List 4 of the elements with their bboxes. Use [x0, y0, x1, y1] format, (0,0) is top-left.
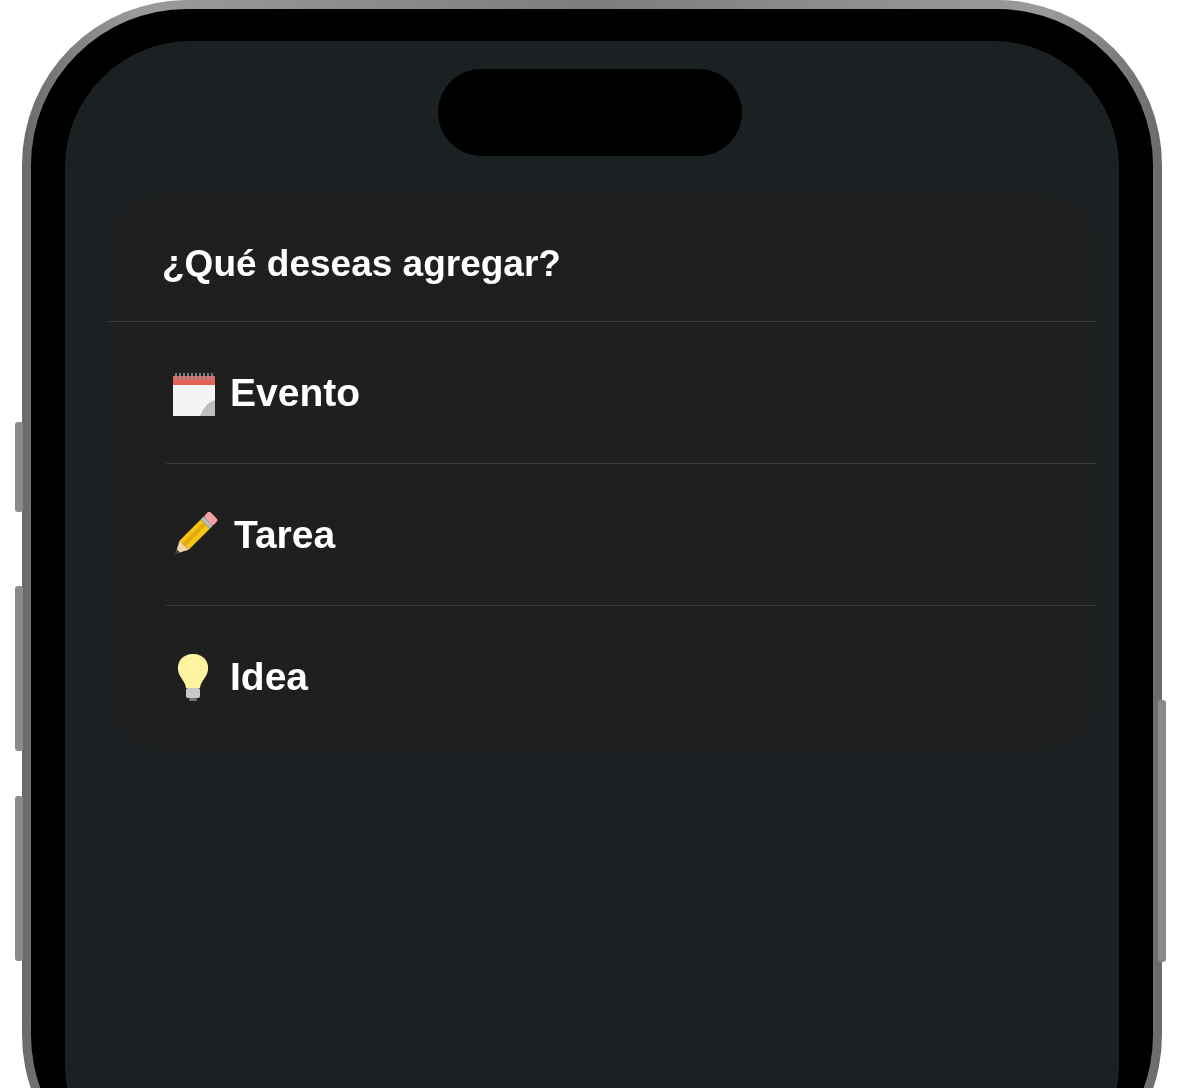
option-item[interactable]: Evento	[166, 322, 1097, 463]
option-item[interactable]: Idea	[166, 605, 1097, 747]
dialog-title: ¿Qué deseas agregar?	[161, 242, 562, 286]
option-item[interactable]: Tarea	[166, 463, 1097, 605]
